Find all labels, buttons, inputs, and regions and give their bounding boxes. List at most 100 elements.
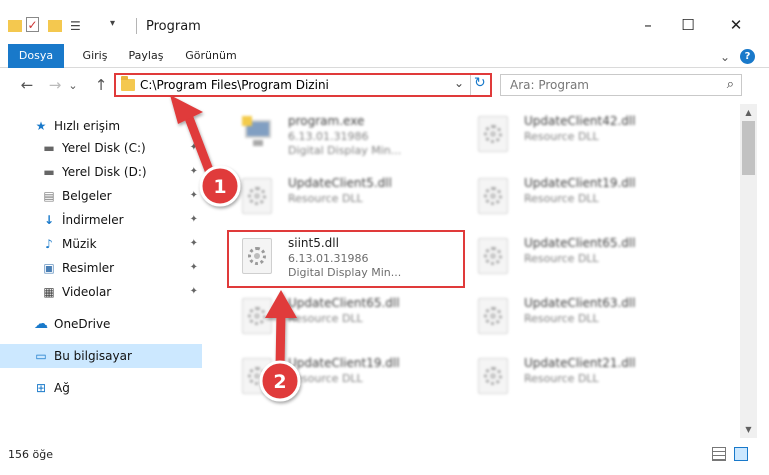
file-name: UpdateClient19.dll (524, 176, 636, 190)
sidebar-item-label: Müzik (62, 237, 97, 251)
file-item-updateclient65-right[interactable]: UpdateClient65.dll Resource DLL (462, 230, 698, 286)
file-name: UpdateClient21.dll (524, 356, 636, 370)
file-description: Resource DLL (524, 312, 599, 325)
dll-file-icon (242, 358, 272, 394)
sidebar-item-label: Yerel Disk (D:) (62, 165, 147, 179)
address-bar[interactable]: C:\Program Files\Program Dizini ⌄ ↻ (114, 73, 492, 97)
pin-icon[interactable]: ✦ (190, 262, 198, 273)
file-description: Resource DLL (524, 192, 599, 205)
new-folder-icon[interactable] (48, 20, 62, 32)
help-icon[interactable]: ? (740, 49, 755, 64)
file-item-updateclient42[interactable]: UpdateClient42.dll Resource DLL (462, 108, 698, 164)
file-description: Resource DLL (288, 372, 363, 385)
address-divider (470, 75, 471, 95)
file-name: UpdateClient63.dll (524, 296, 636, 310)
file-item-updateclient19-right[interactable]: UpdateClient19.dll Resource DLL (462, 170, 698, 226)
file-description: Resource DLL (288, 312, 363, 325)
title-bar: ✓ ☰ ▾ Program – ☐ ✕ (0, 0, 769, 44)
dll-file-icon (478, 298, 508, 334)
address-history-chevron-icon[interactable]: ⌄ (454, 76, 464, 90)
sidebar-item-this-pc[interactable]: ▭ Bu bilgisayar (0, 344, 202, 368)
address-path[interactable]: C:\Program Files\Program Dizini (140, 78, 329, 92)
file-description: Resource DLL (524, 252, 599, 265)
sidebar-item-onedrive[interactable]: ☁ OneDrive (0, 312, 202, 336)
ribbon-tabs: Dosya Giriş Paylaş Görünüm ⌄ ? (0, 44, 769, 100)
scroll-down-icon[interactable]: ▼ (740, 421, 757, 438)
ribbon-right-controls: ⌄ ? (720, 49, 755, 64)
sidebar-item-documents[interactable]: ▤ Belgeler ✦ (0, 184, 202, 208)
star-icon: ★ (35, 119, 47, 133)
pictures-icon: ▣ (43, 261, 55, 275)
close-button[interactable]: ✕ (722, 14, 750, 36)
tab-view[interactable]: Görünüm (180, 44, 242, 68)
sidebar-item-pictures[interactable]: ▣ Resimler ✦ (0, 256, 202, 280)
sidebar-item-music[interactable]: ♪ Müzik ✦ (0, 232, 202, 256)
minimize-button[interactable]: – (634, 14, 662, 36)
file-item-updateclient21[interactable]: UpdateClient21.dll Resource DLL (462, 350, 698, 406)
highlight-box (227, 230, 465, 288)
sidebar-item-label: Bu bilgisayar (54, 349, 132, 363)
pin-icon[interactable]: ✦ (190, 190, 198, 201)
status-bar: 156 öğe (0, 438, 769, 475)
back-button[interactable]: ← (16, 74, 38, 96)
search-input[interactable]: Ara: Program ⌕ (500, 74, 742, 96)
details-view-icon[interactable] (712, 447, 726, 461)
sidebar-item-quick-access[interactable]: ★ Hızlı erişim (0, 114, 202, 138)
file-description: Resource DLL (524, 130, 599, 143)
sidebar-item-network[interactable]: ⊞ Ağ (0, 376, 202, 400)
navigation-pane: ★ Hızlı erişim ▬ Yerel Disk (C:) ✦ ▬ Yer… (0, 104, 202, 438)
cloud-icon: ☁ (34, 316, 48, 332)
maximize-button[interactable]: ☐ (674, 14, 702, 36)
pin-icon[interactable]: ✦ (190, 142, 198, 153)
scroll-up-icon[interactable]: ▲ (740, 104, 757, 121)
title-separator (136, 18, 137, 34)
file-item-updateclient65[interactable]: UpdateClient65.dll Resource DLL (226, 290, 462, 346)
item-count: 156 öğe (8, 448, 53, 461)
refresh-icon[interactable]: ↻ (474, 75, 486, 91)
file-item-updateclient63[interactable]: UpdateClient63.dll Resource DLL (462, 290, 698, 346)
pin-icon[interactable]: ✦ (190, 166, 198, 177)
sidebar-item-downloads[interactable]: ↓ İndirmeler ✦ (0, 208, 202, 232)
sidebar-item-videos[interactable]: ▦ Videolar ✦ (0, 280, 202, 304)
sidebar-item-label: Belgeler (62, 189, 112, 203)
documents-icon: ▤ (43, 189, 55, 203)
file-description: Resource DLL (288, 192, 363, 205)
file-item-updateclient19[interactable]: UpdateClient19.dll Resource DLL (226, 350, 462, 406)
file-name: UpdateClient19.dll (288, 356, 400, 370)
file-item-program-exe[interactable]: program.exe 6.13.01.31986 Digital Displa… (226, 108, 462, 164)
dll-file-icon (478, 116, 508, 152)
ribbon-expand-icon[interactable]: ⌄ (720, 50, 730, 64)
pin-icon[interactable]: ✦ (190, 238, 198, 249)
up-button[interactable]: ↑ (90, 74, 112, 96)
dll-file-icon (242, 178, 272, 214)
pin-icon[interactable]: ✦ (190, 286, 198, 297)
sidebar-item-label: Ağ (54, 381, 70, 395)
forward-button[interactable]: → (44, 74, 66, 96)
sidebar-item-label: OneDrive (54, 317, 111, 331)
recent-locations-button[interactable]: ⌄ (66, 74, 80, 96)
dll-file-icon (242, 298, 272, 334)
file-name: UpdateClient5.dll (288, 176, 392, 190)
file-name: UpdateClient42.dll (524, 114, 636, 128)
quick-access-menu-icon[interactable]: ☰ (70, 19, 84, 33)
sidebar-item-local-disk-c[interactable]: ▬ Yerel Disk (C:) ✦ (0, 136, 202, 160)
sidebar-item-local-disk-d[interactable]: ▬ Yerel Disk (D:) ✦ (0, 160, 202, 184)
vertical-scrollbar[interactable]: ▲ ▼ (740, 104, 757, 438)
dll-file-icon (478, 178, 508, 214)
pin-icon[interactable]: ✦ (190, 214, 198, 225)
application-icon (242, 116, 274, 150)
file-item-updateclient5[interactable]: UpdateClient5.dll Resource DLL (226, 170, 462, 226)
folder-icon (8, 20, 22, 32)
scroll-thumb[interactable] (742, 121, 755, 175)
search-icon[interactable]: ⌕ (727, 77, 734, 92)
folder-icon (121, 76, 135, 91)
sidebar-item-label: İndirmeler (62, 213, 124, 227)
network-icon: ⊞ (35, 381, 47, 395)
download-icon: ↓ (43, 213, 55, 227)
properties-icon[interactable]: ✓ (26, 17, 39, 32)
dll-file-icon (478, 358, 508, 394)
tiles-view-icon[interactable] (734, 447, 748, 461)
tab-share[interactable]: Paylaş (122, 44, 170, 68)
chevron-down-icon[interactable]: ▾ (110, 18, 124, 32)
tab-home[interactable]: Giriş (74, 44, 116, 68)
